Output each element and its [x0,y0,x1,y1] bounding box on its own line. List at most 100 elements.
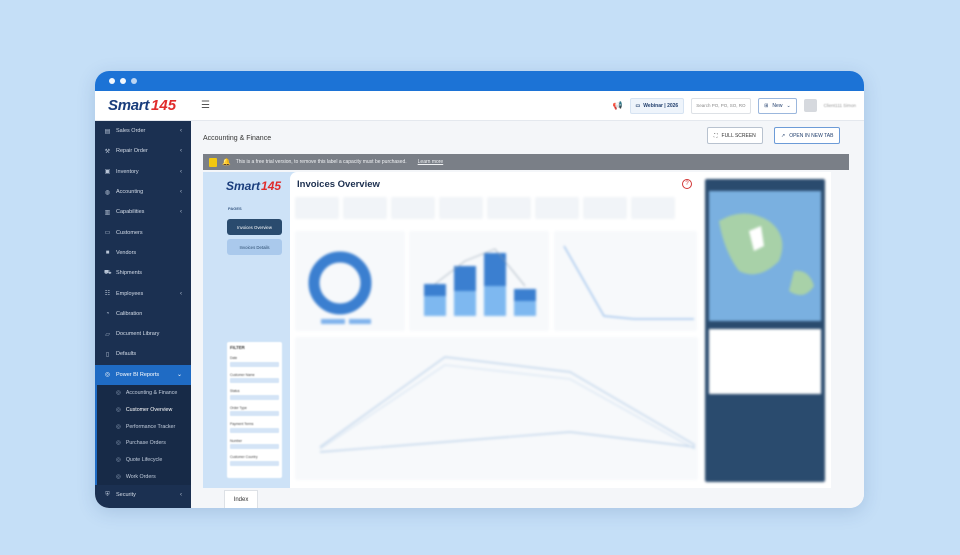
full-screen-button[interactable]: ⛶ FULL SCREEN [707,127,763,144]
sidebar-item-customers[interactable]: ▭ Customers [95,222,191,242]
sidebar-item-employees[interactable]: ☷ Employees ‹ [95,283,191,303]
window-dot-close[interactable] [109,78,115,84]
report-icon: ◎ [116,456,121,463]
filter-input-date[interactable] [230,361,279,367]
user-menu[interactable]: Client111 Simon [824,103,856,108]
report-sidebar: Smart 145 PAGES Invoices Overview Invoic… [203,172,290,488]
sidebar-subitem-label: Quote Lifecycle [125,456,163,463]
sidebar-item-defaults[interactable]: ▯ Defaults [95,344,191,364]
page-button-invoices-details[interactable]: Invoices Details [227,239,282,255]
report-icon: ◎ [116,423,121,430]
sidebar-item-accounting[interactable]: ◍ Accounting ‹ [95,182,191,202]
sidebar-subitem-accounting-finance[interactable]: ◎ Accounting & Finance [95,384,191,402]
filter-input-number[interactable] [230,444,279,449]
filter-input-customer-country[interactable] [230,460,279,466]
sidebar-item-label: Capabilities [116,209,145,216]
sidebar-item-power-bi-reports[interactable]: ◎ Power BI Reports ⌄ [95,364,191,385]
filter-label: Payment Terms [230,422,254,426]
learn-more-link[interactable]: Learn more [418,159,444,165]
webinar-button[interactable]: ▭ Webinar | 2026 [629,97,685,114]
page-title: Accounting & Finance [203,135,272,142]
chevron-left-icon: ‹ [180,209,182,216]
sidebar-item-label: Security [116,492,136,499]
window-dot-minimize[interactable] [120,78,126,84]
kpi-card [439,197,483,219]
app-logo[interactable]: Smart 145 [95,97,191,114]
sidebar-subitem-work-orders[interactable]: ◎ Work Orders [95,468,191,485]
chevron-left-icon: ‹ [180,290,182,297]
chevron-left-icon: ‹ [180,492,182,499]
trend-line [434,248,526,287]
powerbi-icon [209,157,217,167]
bar-upper [514,289,536,301]
megaphone-icon[interactable]: 📢 [613,101,623,110]
window-dot-maximize[interactable] [131,78,137,84]
sidebar-subitem-customer-overview[interactable]: ◎ Customer Overview [95,401,191,419]
bar-lower [424,296,446,316]
sidebar-item-capabilities[interactable]: ▥ Capabilities ‹ [95,202,191,222]
sidebar-item-calibration[interactable]: ◔ Calibration [95,304,191,324]
sidebar-item-security[interactable]: ⛨ Security ‹ [95,485,191,505]
bell-icon: 🔔 [222,159,231,166]
help-icon[interactable]: ? [682,179,692,189]
sidebar-item-vendors[interactable]: ■ Vendors [95,243,191,263]
filter-input-customer[interactable] [230,378,279,383]
sidebar-item-label: Customers [116,229,143,236]
sidebar-item-document-library[interactable]: ▱ Document Library [95,324,191,344]
donut-chart [308,251,372,324]
sidebar-item-label: Repair Order [116,148,148,155]
sidebar-item-label: Shipments [116,270,142,277]
sidebar-subitem-purchase-orders[interactable]: ◎ Purchase Orders [95,434,191,452]
kpi-card [295,197,339,219]
add-icon: ⊞ [764,102,769,109]
bar-lower [514,301,536,316]
kpi-card [487,197,531,219]
browser-window: Smart 145 ☰ 📢 ▭ Webinar | 2026 Search PO… [95,71,864,508]
chevron-down-icon: ⌄ [786,102,791,109]
sidebar-subitem-quote-lifecycle[interactable]: ◎ Quote Lifecycle [95,451,191,469]
report-icon: ◎ [116,473,121,480]
global-search-input[interactable]: Search PO, PO, SO, RO [691,97,752,114]
report-logo-number: 145 [261,179,282,193]
logo-number: 145 [151,97,177,114]
chevron-left-icon: ‹ [180,148,182,155]
map-shapes [719,213,814,295]
powerbi-report-embed[interactable]: Smart 145 PAGES Invoices Overview Invoic… [203,172,831,488]
area-chart [319,356,696,453]
sidebar-item-label: Accounting [116,189,144,196]
open-new-tab-button[interactable]: ↗ OPEN IN NEW TAB [774,127,841,144]
avatar[interactable] [803,99,817,112]
doc-icon: ▯ [105,351,110,358]
money-icon: ◍ [104,189,111,196]
sidebar-item-sales-order[interactable]: ▤ Sales Order ‹ [95,121,191,141]
filter-label: Order Type [230,405,247,410]
bar-lower [454,291,476,316]
filter-label: Customer Name [230,372,255,377]
sidebar-item-label: Sales Order [116,128,146,135]
sidebar-item-label: Power BI Reports [116,371,160,378]
donut-card [295,231,405,331]
external-link-icon: ↗ [781,132,786,139]
sidebar-subitem-label: Purchase Orders [125,440,166,447]
chart-icon: ◎ [104,372,111,379]
window-titlebar [95,71,864,91]
sidebar-item-repair-order[interactable]: ⚒ Repair Order ‹ [95,141,191,161]
sidebar-item-label: Document Library [116,331,160,338]
filter-input-order-type[interactable] [230,411,279,416]
sidebar-item-inventory[interactable]: ▣ Inventory ‹ [95,162,191,182]
truck-icon: ⛟ [104,270,112,277]
tab-index[interactable]: Index [224,490,258,508]
filter-input-payment-terms[interactable] [230,427,279,433]
hamburger-menu-icon[interactable]: ☰ [201,100,210,111]
report-icon: ◎ [116,440,121,447]
map-panel [705,179,825,482]
line-series [563,245,694,320]
sidebar-subitem-label: Performance Tracker [125,423,176,430]
sidebar-subitem-performance-tracker[interactable]: ◎ Performance Tracker [95,418,191,435]
sidebar-item-shipments[interactable]: ⛟ Shipments [95,263,191,283]
page-button-invoices-overview[interactable]: Invoices Overview [227,219,282,235]
logo-word: Smart [108,97,150,114]
filter-input-status[interactable] [230,394,279,400]
new-button[interactable]: ⊞ New ⌄ [758,97,797,114]
cart-icon: ▤ [104,128,111,135]
